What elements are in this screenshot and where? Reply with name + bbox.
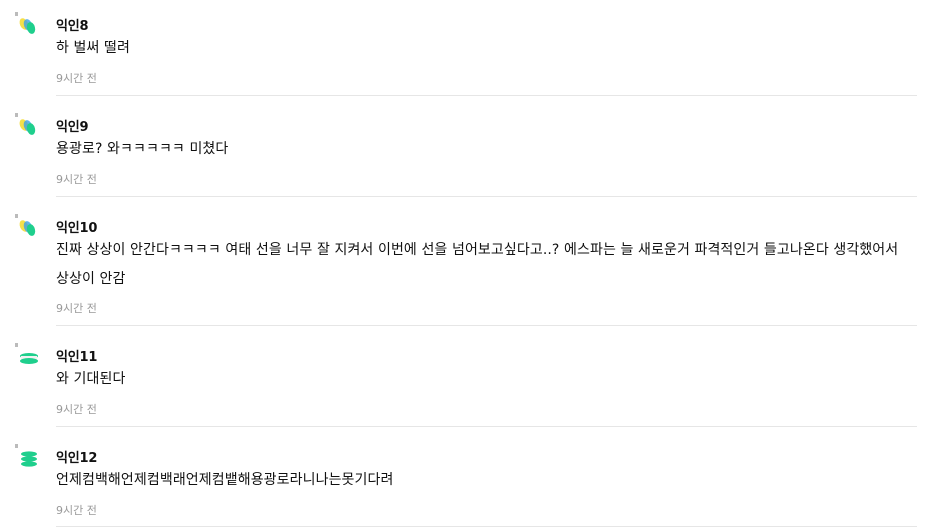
comment-item: 익인8 하 벌써 떨려 9시간 전 [0, 0, 917, 96]
comment-item: 익인10 진짜 상상이 안간다ㅋㅋㅋㅋ 여태 선을 너무 잘 지켜서 이번에 선… [0, 202, 917, 326]
comment-text: 와 기대된다 [56, 371, 126, 387]
macaron-icon[interactable] [14, 342, 40, 368]
comment-nickname[interactable]: 익인11 [56, 346, 97, 365]
comment-divider [56, 95, 917, 96]
comment-text: 진짜 상상이 안간다ㅋㅋㅋㅋ 여태 선을 너무 잘 지켜서 이번에 선을 넘어보… [56, 242, 903, 287]
comment-nickname[interactable]: 익인8 [56, 15, 89, 34]
comment-divider [56, 325, 917, 326]
comment-text: 하 벌써 떨려 [56, 40, 131, 56]
butterfly-icon[interactable] [14, 213, 40, 239]
comment-list: 익인8 하 벌써 떨려 9시간 전 익인9 용광로? 와ㅋㅋㅋㅋㅋ 미쳤다 9시… [0, 0, 925, 527]
comment-nickname[interactable]: 익인12 [56, 447, 97, 466]
comment-time: 9시간 전 [56, 504, 97, 517]
comment-item: 익인11 와 기대된다 9시간 전 [0, 331, 917, 427]
comment-divider [56, 196, 917, 197]
comment-item: 익인12 언제컴백해언제컴백래언제컴뱉해용광로라니나는못기다려 9시간 전 [0, 432, 917, 527]
comment-time: 9시간 전 [56, 302, 97, 315]
comment-time: 9시간 전 [56, 403, 97, 416]
comment-nickname[interactable]: 익인10 [56, 217, 97, 236]
comment-item: 익인9 용광로? 와ㅋㅋㅋㅋㅋ 미쳤다 9시간 전 [0, 101, 917, 197]
comment-time: 9시간 전 [56, 173, 97, 186]
butterfly-icon[interactable] [14, 11, 40, 37]
comment-text: 용광로? 와ㅋㅋㅋㅋㅋ 미쳤다 [56, 141, 229, 157]
comment-nickname[interactable]: 익인9 [56, 116, 89, 135]
comment-text: 언제컴백해언제컴백래언제컴뱉해용광로라니나는못기다려 [56, 472, 394, 488]
comment-divider [56, 426, 917, 427]
macaron-stack-icon[interactable] [14, 443, 40, 469]
butterfly-icon[interactable] [14, 112, 40, 138]
comment-time: 9시간 전 [56, 72, 97, 85]
